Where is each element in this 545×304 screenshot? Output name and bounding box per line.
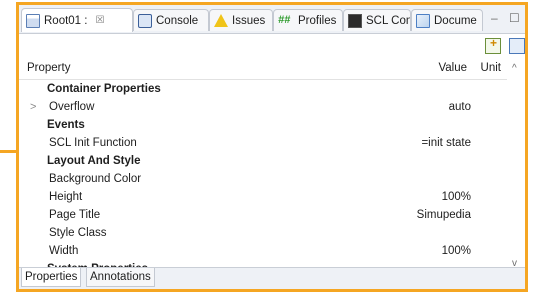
document-icon <box>416 13 430 28</box>
property-label: Events <box>47 119 85 131</box>
column-header-unit[interactable]: Unit <box>481 62 501 74</box>
property-value[interactable]: =init state <box>421 134 471 152</box>
property-row[interactable]: Width 100% <box>19 242 507 260</box>
property-label: Container Properties <box>47 83 161 95</box>
vertical-scrollbar[interactable]: ^ v <box>508 59 525 271</box>
tab-label: Docume <box>434 14 477 27</box>
scroll-up-icon[interactable]: ^ <box>512 63 517 74</box>
tab-label: Console <box>156 14 199 27</box>
tab-console[interactable]: Console <box>133 9 209 31</box>
properties-view-panel: Root01 : ☒ Console Issues ## Profiles SC… <box>16 2 528 292</box>
tab-issues[interactable]: Issues <box>209 9 273 31</box>
property-category-row[interactable]: Container Properties <box>19 80 507 98</box>
tab-profiles[interactable]: ## Profiles <box>273 9 343 31</box>
property-label: SCL Init Function <box>49 137 137 149</box>
new-item-icon[interactable] <box>485 36 501 54</box>
property-row[interactable]: Page Title Simupedia <box>19 206 507 224</box>
property-value[interactable]: 100% <box>442 188 471 206</box>
property-label: Overflow <box>49 101 95 113</box>
property-row[interactable]: Style Class <box>19 224 507 242</box>
property-label: Page Title <box>49 209 101 221</box>
hash-icon: ## <box>278 13 291 26</box>
property-row[interactable]: > Overflow auto <box>19 98 507 116</box>
property-category-row[interactable]: Events <box>19 116 507 134</box>
terminal-icon <box>348 13 362 28</box>
close-icon[interactable]: ☒ <box>95 15 104 26</box>
property-label: Background Color <box>49 173 142 185</box>
minimize-icon[interactable]: – <box>491 11 498 25</box>
tab-label: Issues <box>232 14 266 27</box>
tab-root01-properties[interactable]: Root01 : ☒ <box>21 8 133 32</box>
properties-icon <box>26 13 40 28</box>
property-label: Width <box>49 245 79 257</box>
property-label: Height <box>49 191 83 203</box>
tab-annotations[interactable]: Annotations <box>86 268 155 287</box>
tab-documentation[interactable]: Docume <box>411 9 483 31</box>
tab-label: SCL Con <box>366 14 411 27</box>
column-header-property[interactable]: Property <box>27 62 70 74</box>
tab-label: Profiles <box>298 14 337 27</box>
warning-icon <box>214 14 228 27</box>
property-category-row[interactable]: Layout And Style <box>19 152 507 170</box>
property-label: Layout And Style <box>47 155 141 167</box>
property-label: Style Class <box>49 227 107 239</box>
property-value[interactable]: Simupedia <box>417 206 471 224</box>
property-table-body: Container Properties > Overflow auto Events S… <box>19 80 507 278</box>
tab-scl-console[interactable]: SCL Con <box>343 9 411 31</box>
property-row[interactable]: SCL Init Function =init state <box>19 134 507 152</box>
chevron-right-icon[interactable]: > <box>30 98 36 116</box>
table-header: Property Value Unit <box>19 59 507 80</box>
tab-properties[interactable]: Properties <box>21 268 82 287</box>
column-header-value[interactable]: Value <box>438 62 467 74</box>
sort-icon[interactable] <box>509 38 525 54</box>
property-row[interactable]: Background Color <box>19 170 507 188</box>
property-value[interactable]: 100% <box>442 242 471 260</box>
view-tab-bar: Root01 : ☒ Console Issues ## Profiles SC… <box>19 5 525 34</box>
bottom-tab-bar: Properties Annotations <box>19 267 525 289</box>
tab-label: Root01 : <box>44 14 88 27</box>
maximize-icon[interactable]: ☐ <box>509 11 520 25</box>
console-icon <box>138 13 152 28</box>
property-value[interactable]: auto <box>449 98 471 116</box>
view-toolbar <box>19 34 525 58</box>
property-row[interactable]: Height 100% <box>19 188 507 206</box>
